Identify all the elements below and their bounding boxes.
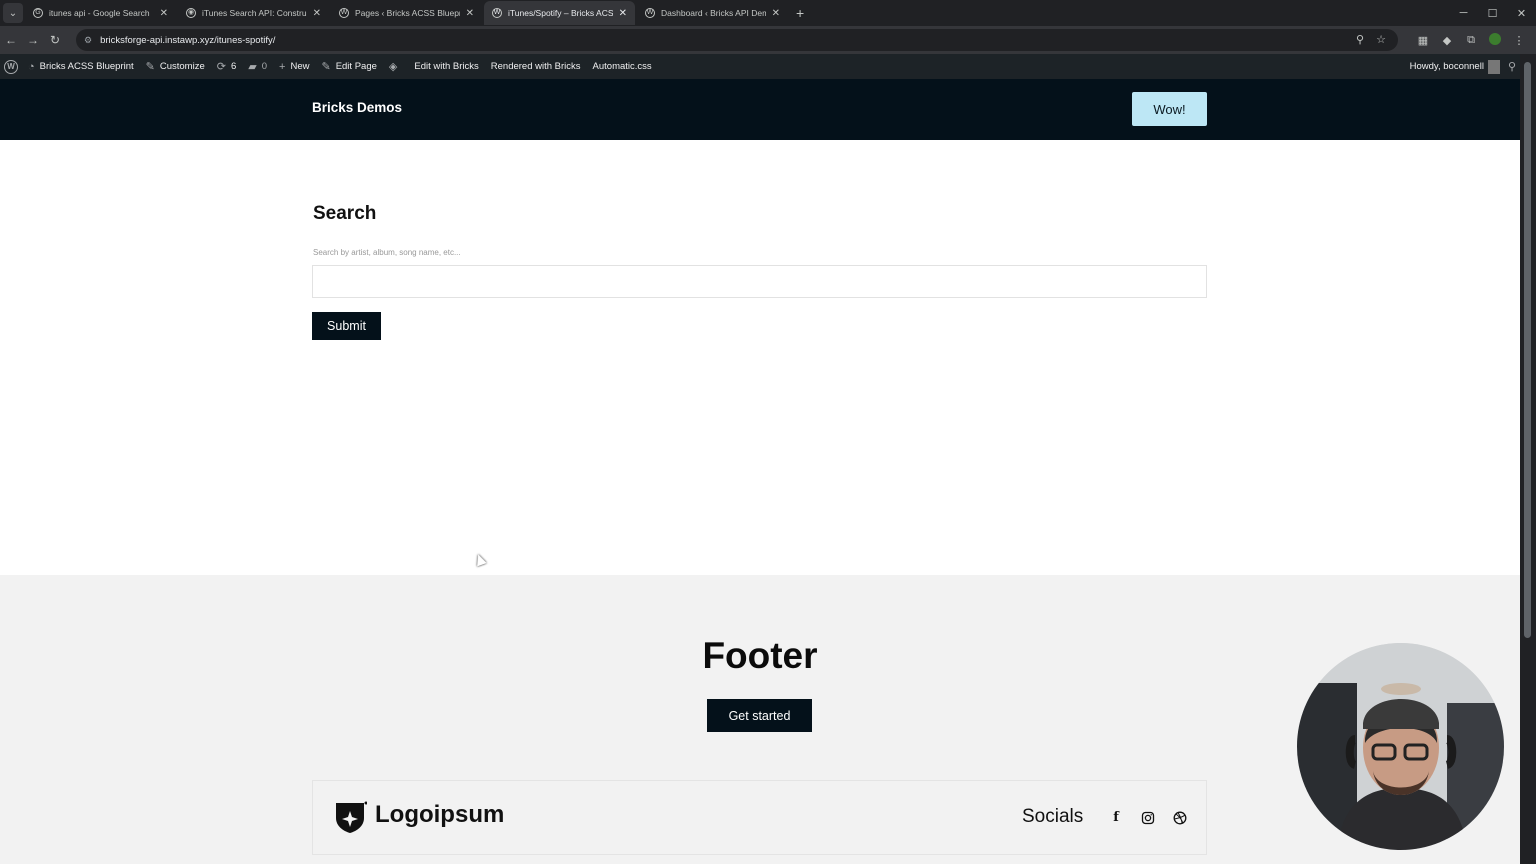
wordpress-icon: W (645, 8, 655, 18)
window-controls: ─ ☐ ✕ (1449, 0, 1536, 26)
extension-icon[interactable]: ▦ (1416, 34, 1430, 47)
brush-icon: ✎ (145, 61, 155, 73)
address-bar[interactable]: ⚙ bricksforge-api.instawp.xyz/itunes-spo… (76, 29, 1398, 51)
wordpress-icon: W (339, 8, 349, 18)
browser-tab[interactable]: W Dashboard ‹ Bricks API Demo – ✕ (637, 1, 788, 25)
site-header: Bricks Demos Wow! (0, 79, 1520, 140)
extensions-puzzle-icon[interactable]: ⧉ (1464, 34, 1478, 47)
extensions-area: ▦ ◆ ⧉ ⋮ (1416, 26, 1526, 54)
comment-icon: ▰ (248, 61, 257, 73)
dribbble-icon[interactable] (1172, 810, 1188, 826)
footer-bar: Logoipsum Socials f (312, 780, 1207, 855)
search-heading: Search (313, 203, 377, 224)
logo-wordmark[interactable]: Logoipsum (375, 801, 504, 829)
main-content: Search Search by artist, album, song nam… (0, 140, 1520, 575)
close-icon[interactable]: ✕ (772, 8, 780, 19)
tab-title: iTunes Search API: Constructing (202, 8, 307, 18)
browser-tab[interactable]: G itunes api - Google Search ✕ (25, 1, 176, 25)
reload-icon[interactable]: ↻ (44, 33, 66, 47)
tab-title: itunes api - Google Search (49, 8, 150, 18)
socials-label: Socials (1022, 806, 1084, 827)
wp-admin-bar: W ◔ Bricks ACSS Blueprint ✎ Customize ⟳ … (0, 54, 1520, 79)
browser-tab-strip: ⌄ G itunes api - Google Search ✕ ◉ iTune… (0, 0, 1536, 26)
dashboard-icon: ◔ (28, 60, 35, 73)
logo-shield-icon (336, 801, 367, 833)
pencil-icon: ✎ (321, 61, 331, 73)
browser-tab-active[interactable]: W iTunes/Spotify – Bricks ACSS Bl ✕ (484, 1, 635, 25)
footer-heading: Footer (702, 635, 818, 676)
tab-search-button[interactable]: ⌄ (3, 3, 23, 23)
facebook-icon[interactable]: f (1108, 810, 1124, 826)
google-icon: G (33, 8, 43, 18)
avatar (1487, 59, 1500, 74)
extension-icon[interactable]: ◆ (1440, 34, 1454, 47)
mouse-cursor-icon (473, 552, 487, 567)
diamond-icon: ◈ (388, 61, 398, 73)
updates-icon: ⟳ (216, 61, 226, 73)
tab-title: iTunes/Spotify – Bricks ACSS Bl (508, 8, 613, 18)
plus-icon: + (279, 60, 286, 73)
adminbar-automatic-css[interactable]: Automatic.css (587, 54, 658, 79)
adminbar-site-name[interactable]: ◔ Bricks ACSS Blueprint (22, 54, 140, 79)
adminbar-updates[interactable]: ⟳ 6 (211, 54, 243, 79)
close-icon[interactable]: ✕ (466, 8, 474, 19)
wow-button[interactable]: Wow! (1132, 92, 1207, 126)
wordpress-icon: W (492, 8, 502, 18)
page-scrollbar[interactable] (1520, 54, 1536, 864)
adminbar-acss-icon[interactable]: ◈ (383, 54, 408, 79)
close-icon[interactable]: ✕ (313, 8, 321, 19)
browser-toolbar: ← → ↻ ⚙ bricksforge-api.instawp.xyz/itun… (0, 26, 1536, 54)
search-icon[interactable]: ⚲ (1508, 60, 1516, 73)
site-brand[interactable]: Bricks Demos (312, 100, 402, 115)
browser-tab[interactable]: W Pages ‹ Bricks ACSS Blueprint – ✕ (331, 1, 482, 25)
close-icon[interactable]: ✕ (160, 8, 168, 19)
url-text: bricksforge-api.instawp.xyz/itunes-spoti… (100, 34, 276, 46)
kebab-menu-icon[interactable]: ⋮ (1512, 34, 1526, 47)
instagram-icon[interactable] (1140, 810, 1156, 826)
back-icon[interactable]: ← (0, 33, 22, 47)
wordpress-logo-icon[interactable]: W (4, 59, 18, 74)
adminbar-edit-with-bricks[interactable]: Edit with Bricks (408, 54, 484, 79)
globe-icon: ◉ (186, 8, 196, 18)
profile-avatar[interactable] (1488, 32, 1502, 48)
adminbar-account[interactable]: Howdy, boconnell ⚲ (1410, 54, 1516, 79)
tab-title: Pages ‹ Bricks ACSS Blueprint – (355, 8, 460, 18)
close-window-icon[interactable]: ✕ (1507, 0, 1536, 26)
webcam-overlay (1297, 643, 1504, 850)
get-started-button[interactable]: Get started (707, 699, 812, 732)
minimize-icon[interactable]: ─ (1449, 0, 1478, 26)
adminbar-comments[interactable]: ▰ 0 (242, 54, 273, 79)
scrollbar-thumb[interactable] (1524, 62, 1531, 638)
close-icon[interactable]: ✕ (619, 8, 627, 19)
site-info-icon[interactable]: ⚙ (84, 35, 92, 46)
submit-button[interactable]: Submit (312, 312, 381, 340)
adminbar-customize[interactable]: ✎ Customize (140, 54, 211, 79)
search-field-label: Search by artist, album, song name, etc.… (313, 248, 461, 257)
adminbar-new[interactable]: + New (273, 54, 315, 79)
maximize-icon[interactable]: ☐ (1478, 0, 1507, 26)
search-input[interactable] (312, 265, 1207, 298)
webcam-presenter-image (1297, 643, 1504, 850)
adminbar-rendered-with[interactable]: Rendered with Bricks (485, 54, 587, 79)
tab-title: Dashboard ‹ Bricks API Demo – (661, 8, 766, 18)
site-footer: Footer Get started Logoipsum Socials f (0, 575, 1520, 864)
zoom-icon[interactable]: ⚲ (1356, 33, 1364, 46)
browser-tab[interactable]: ◉ iTunes Search API: Constructing ✕ (178, 1, 329, 25)
bookmark-star-icon[interactable]: ☆ (1376, 33, 1386, 46)
new-tab-button[interactable]: + (796, 5, 804, 21)
forward-icon[interactable]: → (22, 33, 44, 47)
adminbar-edit-page[interactable]: ✎ Edit Page (315, 54, 382, 79)
